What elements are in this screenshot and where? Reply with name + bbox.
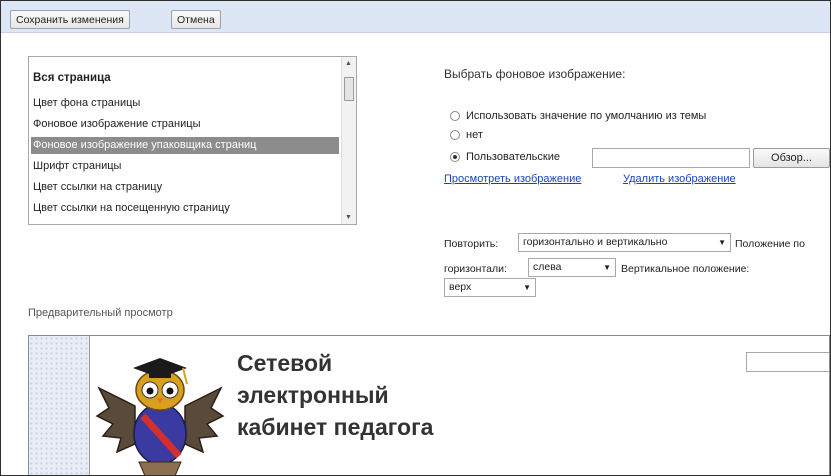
- settings-window: Сохранить изменения Отмена Вся страница …: [0, 0, 831, 476]
- radio-custom-label: Пользовательские: [466, 151, 560, 163]
- hpos-label-line2: горизонтали:: [444, 263, 507, 275]
- list-item-link-color[interactable]: Цвет ссылки на страницу: [33, 179, 162, 196]
- hpos-select[interactable]: слева ▼: [528, 258, 616, 277]
- owl-logo-icon: [95, 358, 225, 475]
- repeat-label: Повторить:: [444, 238, 499, 250]
- list-item-page-font[interactable]: Шрифт страницы: [33, 158, 121, 175]
- radio-none[interactable]: [450, 130, 460, 140]
- chevron-down-icon: ▼: [718, 238, 726, 247]
- preview-pane: Сетевой электронный кабинет педагога: [28, 335, 830, 475]
- radio-theme-default-label: Использовать значение по умолчанию из те…: [466, 110, 707, 122]
- list-item-wrapper-bg-image[interactable]: Фоновое изображение упаковщика страниц: [31, 137, 339, 154]
- radio-none-label: нет: [466, 129, 483, 141]
- list-item-whole-page[interactable]: Вся страница: [33, 70, 111, 87]
- repeat-select-value: горизонтально и вертикально: [523, 236, 668, 248]
- custom-file-input[interactable]: [592, 148, 750, 168]
- site-title-line3: кабинет педагога: [237, 414, 434, 440]
- delete-image-link[interactable]: Удалить изображение: [623, 173, 736, 185]
- site-title-line1: Сетевой: [237, 350, 333, 376]
- hpos-select-value: слева: [533, 261, 562, 273]
- radio-theme-default[interactable]: [450, 111, 460, 121]
- preview-label: Предварительный просмотр: [28, 307, 173, 319]
- chevron-down-icon: ▼: [603, 263, 611, 272]
- settings-listbox[interactable]: Вся страница Цвет фона страницы Фоновое …: [28, 56, 357, 225]
- view-image-link[interactable]: Просмотреть изображение: [444, 173, 581, 185]
- scroll-up-icon[interactable]: ▲: [345, 60, 352, 67]
- list-item-page-bg-image[interactable]: Фоновое изображение страницы: [33, 116, 200, 133]
- list-item-page-bg-color[interactable]: Цвет фона страницы: [33, 95, 140, 112]
- vpos-label: Вертикальное положение:: [621, 263, 750, 275]
- preview-search-input[interactable]: [746, 352, 829, 372]
- repeat-select[interactable]: горизонтально и вертикально ▼: [518, 233, 731, 252]
- site-title-line2: электронный: [237, 382, 389, 408]
- list-item-visited-link-color[interactable]: Цвет ссылки на посещенную страницу: [33, 200, 230, 217]
- radio-custom[interactable]: [450, 152, 460, 162]
- hpos-label-line1: Положение по: [735, 238, 805, 250]
- cancel-button[interactable]: Отмена: [171, 10, 221, 29]
- browse-button[interactable]: Обзор...: [753, 148, 830, 168]
- vpos-select-value: верх: [449, 281, 472, 293]
- save-changes-button[interactable]: Сохранить изменения: [10, 10, 130, 29]
- scroll-down-icon[interactable]: ▼: [345, 214, 352, 221]
- chevron-down-icon: ▼: [523, 283, 531, 292]
- scroll-thumb[interactable]: [344, 77, 354, 101]
- toolbar: Сохранить изменения Отмена: [1, 1, 830, 33]
- list-scrollbar[interactable]: ▲ ▼: [341, 57, 356, 224]
- vpos-select[interactable]: верх ▼: [444, 278, 536, 297]
- bg-image-title: Выбрать фоновое изображение:: [444, 67, 626, 81]
- preview-background-strip: [29, 336, 90, 475]
